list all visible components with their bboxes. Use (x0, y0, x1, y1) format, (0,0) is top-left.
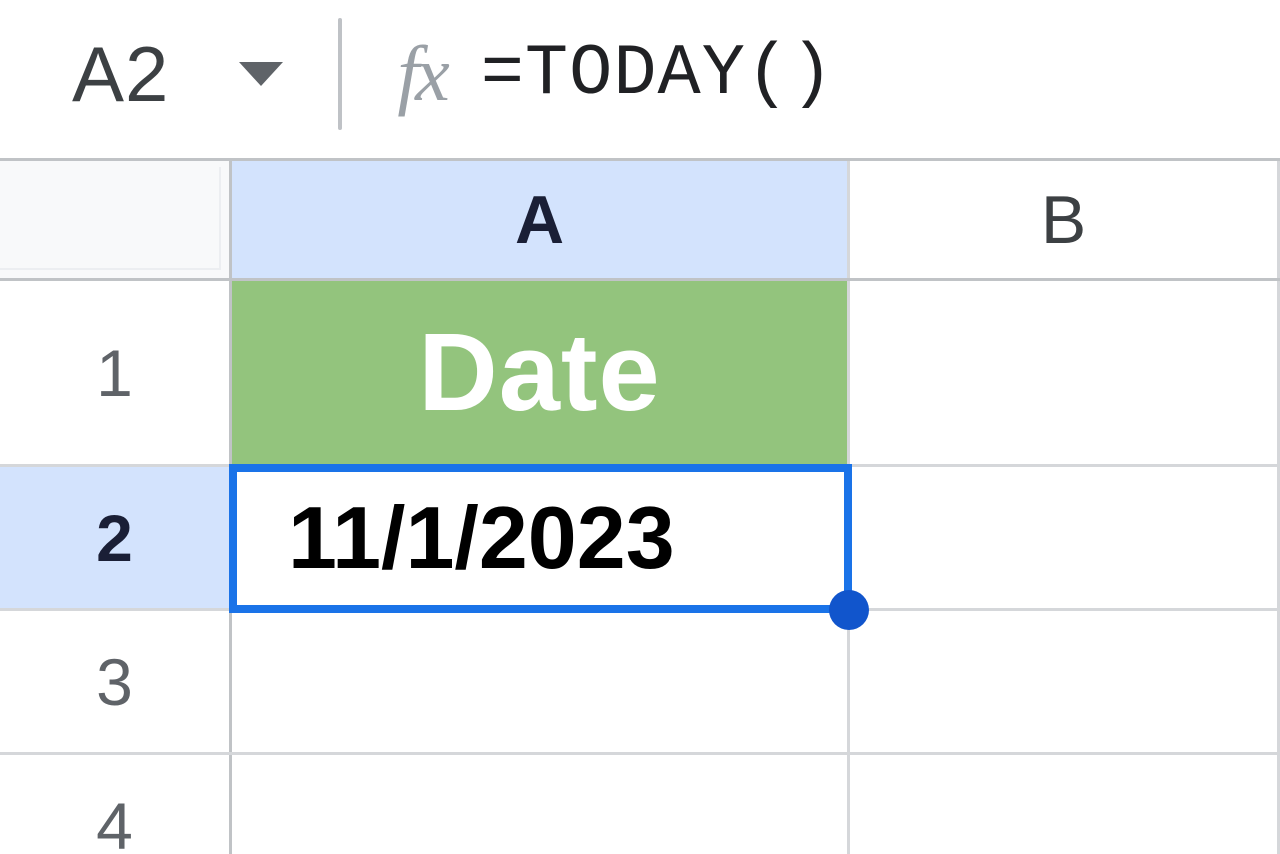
row-1: 1 Date (0, 281, 1280, 467)
cell-a3[interactable] (232, 611, 850, 752)
sheet-grid: A B 1 Date 2 11/1/2023 (0, 158, 1280, 854)
cell-a2[interactable]: 11/1/2023 (232, 467, 850, 608)
cell-b4[interactable] (850, 755, 1280, 854)
column-header-label: A (515, 181, 564, 259)
name-box[interactable]: A2 (72, 29, 283, 120)
spreadsheet-viewport: A2 fx =TODAY() A B 1 Date (0, 0, 1280, 854)
column-header-label: B (1041, 181, 1086, 259)
formula-bar-separator (338, 18, 342, 130)
name-box-dropdown-icon[interactable] (239, 62, 283, 86)
column-header-a[interactable]: A (232, 161, 850, 278)
row-header-3[interactable]: 3 (0, 611, 232, 752)
cell-b2[interactable] (850, 467, 1280, 608)
row-header-label: 3 (96, 644, 133, 720)
formula-bar: A2 fx =TODAY() (0, 0, 1280, 148)
cell-a4[interactable] (232, 755, 850, 854)
cell-b3[interactable] (850, 611, 1280, 752)
cell-a1[interactable]: Date (232, 281, 850, 464)
row-header-label: 4 (96, 788, 133, 854)
cell-value: 11/1/2023 (288, 487, 675, 589)
cell-value: Date (418, 309, 660, 436)
select-all-corner[interactable] (0, 161, 232, 278)
fx-icon: fx (397, 29, 445, 119)
row-3: 3 (0, 611, 1280, 755)
row-header-label: 2 (96, 500, 133, 576)
formula-input[interactable]: =TODAY() (481, 33, 835, 115)
cell-b1[interactable] (850, 281, 1280, 464)
column-header-row: A B (0, 161, 1280, 281)
cell-reference: A2 (72, 29, 169, 120)
row-4: 4 (0, 755, 1280, 854)
row-header-label: 1 (96, 335, 133, 411)
column-header-b[interactable]: B (850, 161, 1280, 278)
row-header-2[interactable]: 2 (0, 467, 232, 608)
row-2: 2 11/1/2023 (0, 467, 1280, 611)
row-header-1[interactable]: 1 (0, 281, 232, 464)
row-header-4[interactable]: 4 (0, 755, 232, 854)
